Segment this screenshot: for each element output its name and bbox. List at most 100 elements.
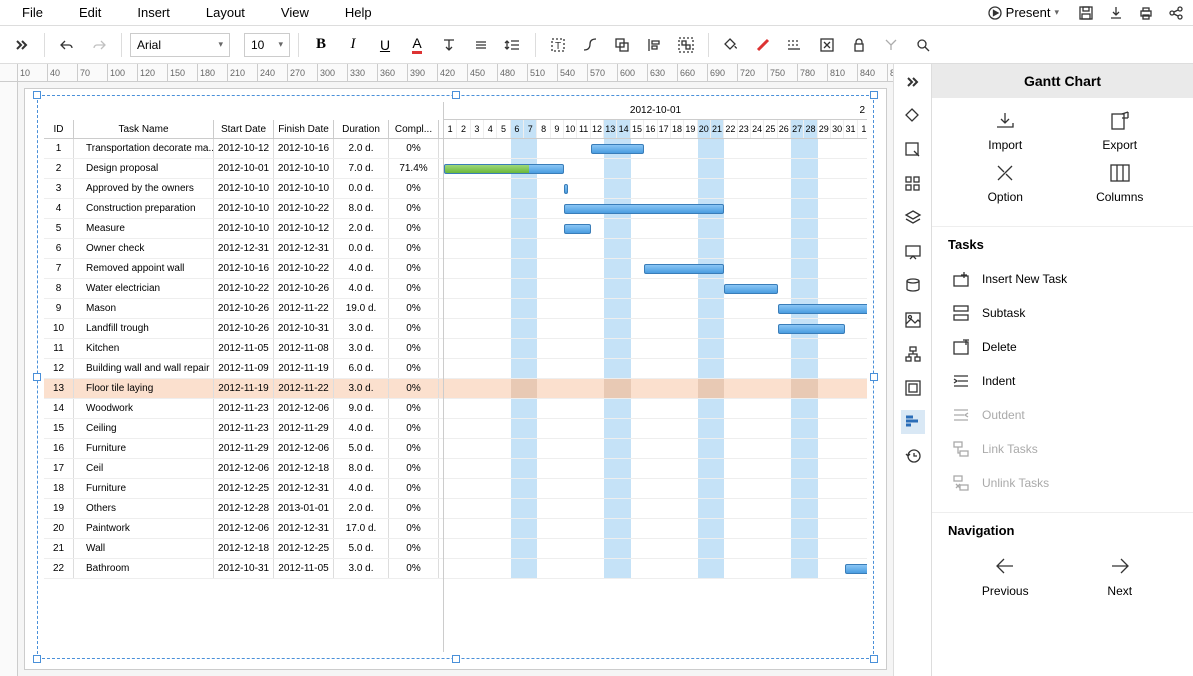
- table-row[interactable]: 3Approved by the owners2012-10-102012-10…: [44, 179, 443, 199]
- timeline-row[interactable]: [444, 199, 867, 219]
- font-color-button[interactable]: A: [403, 31, 431, 59]
- table-row[interactable]: 15Ceiling2012-11-232012-11-294.0 d.0%: [44, 419, 443, 439]
- line-spacing-button[interactable]: [499, 31, 527, 59]
- gantt-panel-icon[interactable]: [903, 412, 923, 432]
- previous-button[interactable]: Previous: [965, 556, 1045, 598]
- option-button[interactable]: Option: [965, 162, 1045, 204]
- resize-handle[interactable]: [33, 373, 41, 381]
- crop-button[interactable]: [813, 31, 841, 59]
- table-row[interactable]: 2Design proposal2012-10-012012-10-107.0 …: [44, 159, 443, 179]
- font-size-select[interactable]: 10▾: [244, 33, 290, 57]
- resize-handle[interactable]: [452, 655, 460, 663]
- timeline-row[interactable]: [444, 319, 867, 339]
- resize-handle[interactable]: [870, 91, 878, 99]
- print-icon[interactable]: [1137, 4, 1155, 22]
- subtask-action[interactable]: Subtask: [948, 296, 1177, 330]
- document-page[interactable]: ID Task Name Start Date Finish Date Dura…: [24, 88, 887, 670]
- table-row[interactable]: 10Landfill trough2012-10-262012-10-313.0…: [44, 319, 443, 339]
- gantt-bar[interactable]: [564, 224, 591, 234]
- resize-handle[interactable]: [452, 91, 460, 99]
- table-row[interactable]: 7Removed appoint wall2012-10-162012-10-2…: [44, 259, 443, 279]
- gantt-bar[interactable]: [564, 184, 568, 194]
- undo-button[interactable]: [53, 31, 81, 59]
- align-button[interactable]: [640, 31, 668, 59]
- layers-panel-icon[interactable]: [903, 208, 923, 228]
- timeline-row[interactable]: [444, 439, 867, 459]
- resize-handle[interactable]: [33, 655, 41, 663]
- table-row[interactable]: 9Mason2012-10-262012-11-2219.0 d.0%: [44, 299, 443, 319]
- table-row[interactable]: 8Water electrician2012-10-222012-10-264.…: [44, 279, 443, 299]
- menu-file[interactable]: File: [8, 1, 57, 24]
- col-header-complete[interactable]: Compl...: [389, 120, 439, 138]
- lock-button[interactable]: [845, 31, 873, 59]
- tools-button[interactable]: [877, 31, 905, 59]
- save-icon[interactable]: [1077, 4, 1095, 22]
- timeline-row[interactable]: [444, 219, 867, 239]
- timeline-row[interactable]: [444, 379, 867, 399]
- timeline-row[interactable]: [444, 279, 867, 299]
- text-box-button[interactable]: T: [544, 31, 572, 59]
- stroke-button[interactable]: [749, 31, 777, 59]
- underline-button[interactable]: U: [371, 31, 399, 59]
- font-family-select[interactable]: Arial▾: [130, 33, 230, 57]
- timeline-row[interactable]: [444, 499, 867, 519]
- menu-insert[interactable]: Insert: [123, 1, 184, 24]
- menu-help[interactable]: Help: [331, 1, 386, 24]
- shape-panel-icon[interactable]: [903, 140, 923, 160]
- export-button[interactable]: Export: [1080, 110, 1160, 152]
- timeline-row[interactable]: [444, 559, 867, 579]
- table-row[interactable]: 22Bathroom2012-10-312012-11-053.0 d.0%: [44, 559, 443, 579]
- next-button[interactable]: Next: [1080, 556, 1160, 598]
- gantt-bar[interactable]: [591, 144, 644, 154]
- table-row[interactable]: 11Kitchen2012-11-052012-11-083.0 d.0%: [44, 339, 443, 359]
- data-panel-icon[interactable]: [903, 276, 923, 296]
- expand-toolbar-icon[interactable]: [8, 31, 36, 59]
- align-horizontal-button[interactable]: [467, 31, 495, 59]
- share-icon[interactable]: [1167, 4, 1185, 22]
- timeline-row[interactable]: [444, 339, 867, 359]
- gantt-bar[interactable]: [845, 564, 868, 574]
- columns-button[interactable]: Columns: [1080, 162, 1160, 204]
- line-style-button[interactable]: [781, 31, 809, 59]
- connector-button[interactable]: [576, 31, 604, 59]
- menu-edit[interactable]: Edit: [65, 1, 115, 24]
- fill-panel-icon[interactable]: [903, 106, 923, 126]
- timeline-row[interactable]: [444, 239, 867, 259]
- table-row[interactable]: 1Transportation decorate ma...2012-10-12…: [44, 139, 443, 159]
- grid-panel-icon[interactable]: [903, 174, 923, 194]
- timeline-row[interactable]: [444, 139, 867, 159]
- align-vertical-button[interactable]: [435, 31, 463, 59]
- gantt-bar[interactable]: [644, 264, 724, 274]
- resize-handle[interactable]: [33, 91, 41, 99]
- table-row[interactable]: 5Measure2012-10-102012-10-122.0 d.0%: [44, 219, 443, 239]
- fill-button[interactable]: [717, 31, 745, 59]
- group-button[interactable]: [672, 31, 700, 59]
- timeline-row[interactable]: [444, 459, 867, 479]
- frame-panel-icon[interactable]: [903, 378, 923, 398]
- gantt-bar[interactable]: [724, 284, 777, 294]
- delete-action[interactable]: Delete: [948, 330, 1177, 364]
- shape-order-button[interactable]: [608, 31, 636, 59]
- gantt-bar[interactable]: [444, 164, 564, 174]
- timeline-row[interactable]: [444, 159, 867, 179]
- search-button[interactable]: [909, 31, 937, 59]
- resize-handle[interactable]: [870, 373, 878, 381]
- col-header-id[interactable]: ID: [44, 120, 74, 138]
- table-row[interactable]: 6Owner check2012-12-312012-12-310.0 d.0%: [44, 239, 443, 259]
- table-row[interactable]: 21Wall2012-12-182012-12-255.0 d.0%: [44, 539, 443, 559]
- col-header-start[interactable]: Start Date: [214, 120, 274, 138]
- gantt-bar[interactable]: [564, 204, 724, 214]
- timeline-row[interactable]: [444, 519, 867, 539]
- timeline-row[interactable]: [444, 359, 867, 379]
- table-row[interactable]: 4Construction preparation2012-10-102012-…: [44, 199, 443, 219]
- indent-action[interactable]: Indent: [948, 364, 1177, 398]
- col-header-finish[interactable]: Finish Date: [274, 120, 334, 138]
- table-row[interactable]: 13Floor tile laying2012-11-192012-11-223…: [44, 379, 443, 399]
- image-panel-icon[interactable]: [903, 310, 923, 330]
- col-header-duration[interactable]: Duration: [334, 120, 389, 138]
- bold-button[interactable]: B: [307, 31, 335, 59]
- table-row[interactable]: 16Furniture2012-11-292012-12-065.0 d.0%: [44, 439, 443, 459]
- present-button[interactable]: Present ▾: [982, 3, 1065, 22]
- table-row[interactable]: 14Woodwork2012-11-232012-12-069.0 d.0%: [44, 399, 443, 419]
- table-row[interactable]: 20Paintwork2012-12-062012-12-3117.0 d.0%: [44, 519, 443, 539]
